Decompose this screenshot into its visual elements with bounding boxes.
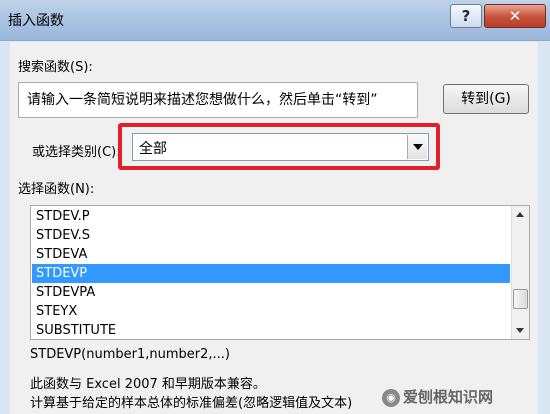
watermark: ◉ 爱刨根知识网	[382, 386, 493, 407]
function-list[interactable]: STDEV.P STDEV.S STDEVA STDEVP STDEVPA ST…	[30, 205, 530, 340]
watermark-logo-icon: ◉	[382, 388, 400, 407]
title-bar: 插入函数 ? ✕	[0, 0, 550, 41]
help-button[interactable]: ?	[450, 4, 482, 28]
function-description-line2: 计算基于给定的样本总体的标准偏差(忽略逻辑值及文本)	[30, 396, 353, 411]
scroll-up-icon[interactable]	[512, 206, 529, 223]
category-label: 或选择类别(C):	[32, 145, 121, 160]
goto-button[interactable]: 转到(G)	[443, 84, 529, 114]
list-item[interactable]: STDEV.S	[32, 226, 510, 245]
search-input[interactable]: 请输入一条简短说明来描述您想做什么，然后单击“转到”	[18, 82, 418, 118]
list-item[interactable]: STEYX	[32, 302, 510, 321]
list-item-selected[interactable]: STDEVP	[32, 264, 510, 283]
close-button[interactable]: ✕	[484, 4, 546, 28]
list-scrollbar[interactable]	[511, 206, 529, 339]
function-description-line1: 此函数与 Excel 2007 和早期版本兼容。	[30, 377, 266, 392]
list-item[interactable]: STDEVA	[32, 245, 510, 264]
list-item[interactable]: STDEV.P	[32, 207, 510, 226]
scroll-down-icon[interactable]	[512, 322, 529, 339]
function-signature: STDEVP(number1,number2,...)	[30, 347, 230, 362]
list-item[interactable]: STDEVPA	[32, 283, 510, 302]
search-label: 搜索函数(S):	[18, 60, 93, 75]
function-list-label: 选择函数(N):	[18, 182, 95, 197]
window-title: 插入函数	[8, 13, 64, 29]
scroll-thumb[interactable]	[513, 289, 528, 309]
list-item[interactable]: SUBSTITUTE	[32, 321, 510, 339]
highlight-annotation-box	[118, 123, 440, 170]
